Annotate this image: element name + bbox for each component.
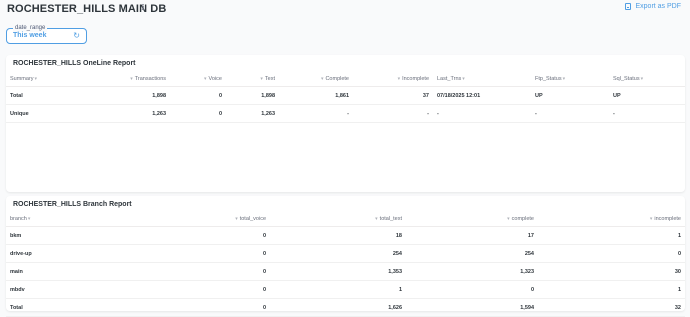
caret-down-icon: ▾ <box>320 76 324 82</box>
branch-header-row: branch▾ ▾ total_voice ▾ total_text ▾ comple… <box>6 212 685 227</box>
table-row: Total 0 1,626 1,594 32 <box>6 298 685 317</box>
table-row: Unique 1,263 0 1,263 - - - - - <box>6 104 685 123</box>
col-last-trns[interactable]: Last_Trns▾ <box>433 72 531 87</box>
caret-down-icon: ▾ <box>130 76 133 82</box>
branch-report-table: branch▾ ▾ total_voice ▾ total_text ▾ comple… <box>6 212 685 317</box>
pdf-icon <box>625 3 632 10</box>
caret-down-icon: ▾ <box>397 76 401 82</box>
caret-down-icon: ▾ <box>34 76 38 82</box>
col-ftp-status[interactable]: Ftp_Status▾ <box>531 72 609 87</box>
reset-icon[interactable]: ↻ <box>73 31 80 41</box>
caret-down-icon: ▾ <box>640 76 644 82</box>
table-row: mbdv 0 1 0 1 <box>6 280 685 299</box>
caret-down-icon: ▾ <box>649 216 653 222</box>
col-branch[interactable]: branch▾ <box>6 212 123 227</box>
col-voice[interactable]: ▾ Voice <box>170 72 226 87</box>
table-row: Total 1,898 0 1,898 1,861 37 07/18/2025 … <box>6 86 685 105</box>
col-text[interactable]: ▾ Text <box>226 72 279 87</box>
col-total-voice[interactable]: ▾ total_voice <box>123 212 270 227</box>
table-row: drive-up 0 254 254 0 <box>6 244 685 263</box>
table-row: main 0 1,353 1,323 30 <box>6 262 685 281</box>
branch-report-card: ROCHESTER_HILLS Branch Report branch▾ ▾ t… <box>6 196 685 317</box>
caret-down-icon: ▾ <box>375 216 378 222</box>
info-icon[interactable]: ℹ <box>139 4 147 12</box>
online-report-title: ROCHESTER_HILLS OneLine Report <box>13 60 136 67</box>
online-report-table: Summary▾ ▾ Transactions ▾ Voice ▾ Text ▾ Com… <box>6 72 685 123</box>
filter-value: This week <box>13 32 47 39</box>
export-label: Export as PDF <box>635 3 681 10</box>
caret-down-icon: ▾ <box>204 76 207 82</box>
export-pdf-button[interactable]: Export as PDF <box>625 3 681 10</box>
col-incomplete[interactable]: ▾ incomplete <box>538 212 685 227</box>
date-range-filter[interactable]: date_range This week ↻ <box>6 24 87 44</box>
caret-down-icon: ▾ <box>462 76 465 82</box>
caret-down-icon: ▾ <box>27 216 31 222</box>
col-complete[interactable]: ▾ Complete <box>279 72 353 87</box>
table-row: bkm 0 18 17 1 <box>6 226 685 245</box>
caret-down-icon: ▾ <box>260 76 263 82</box>
col-sql-status[interactable]: Sql_Status▾ <box>609 72 685 87</box>
col-incomplete[interactable]: ▾ Incomplete <box>353 72 433 87</box>
col-transactions[interactable]: ▾ Transactions <box>75 72 170 87</box>
caret-down-icon: ▾ <box>562 76 566 82</box>
online-header-row: Summary▾ ▾ Transactions ▾ Voice ▾ Text ▾ Com… <box>6 72 685 87</box>
caret-down-icon: ▾ <box>507 216 510 222</box>
caret-down-icon: ▾ <box>235 216 238 222</box>
col-complete[interactable]: ▾ complete <box>406 212 538 227</box>
filter-label: date_range <box>13 24 48 32</box>
online-report-card: ROCHESTER_HILLS OneLine Report Summary▾ … <box>6 55 685 192</box>
branch-report-title: ROCHESTER_HILLS Branch Report <box>13 201 132 208</box>
col-total-text[interactable]: ▾ total_text <box>270 212 406 227</box>
col-summary[interactable]: Summary▾ <box>6 72 75 87</box>
